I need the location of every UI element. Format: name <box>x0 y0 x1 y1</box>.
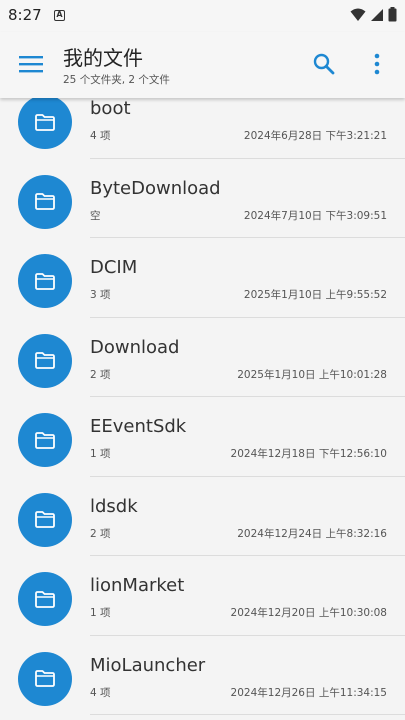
item-name: EEventSdk <box>90 416 187 437</box>
list-item[interactable]: Download 2 项 2025年1月10日 上午10:01:28 <box>0 305 405 397</box>
search-icon <box>313 53 335 75</box>
item-name: DCIM <box>90 257 138 278</box>
folder-icon <box>35 670 55 687</box>
item-date: 2024年12月18日 下午12:56:10 <box>230 448 387 460</box>
list-item[interactable]: ByteDownload 空 2024年7月10日 下午3:09:51 <box>0 146 405 238</box>
row-divider <box>90 714 405 715</box>
file-list[interactable]: boot 4 项 2024年6月28日 下午3:21:21 ByteDownlo… <box>0 98 405 720</box>
item-date: 2024年7月10日 下午3:09:51 <box>243 209 387 222</box>
folder-icon-circle <box>18 413 72 467</box>
search-button[interactable] <box>308 48 340 80</box>
folder-icon-circle <box>18 651 72 706</box>
item-date: 2024年6月28日 下午3:21:21 <box>243 130 387 142</box>
item-date: 2025年1月10日 上午9:55:52 <box>243 289 387 301</box>
folder-icon-circle <box>18 333 72 388</box>
item-count: 2 项 <box>90 368 111 381</box>
item-count: 2 项 <box>90 527 111 540</box>
item-name: ByteDownload <box>90 177 221 199</box>
item-name: Download <box>90 336 180 358</box>
menu-button[interactable] <box>14 50 50 80</box>
folder-icon-circle <box>18 174 72 229</box>
hamburger-icon <box>19 56 43 73</box>
item-name: lionMarket <box>90 575 185 596</box>
notification-icon: A <box>54 10 65 21</box>
battery-icon <box>388 7 397 22</box>
status-time: 8:27 <box>8 6 42 24</box>
item-date: 2025年1月10日 上午10:01:28 <box>237 368 387 381</box>
folder-icon-circle <box>18 492 72 547</box>
list-item[interactable]: lionMarket 1 项 2024年12月20日 上午10:30:08 <box>0 543 405 636</box>
item-count: 1 项 <box>90 448 111 460</box>
app-bar: 我的文件 25 个文件夹, 2 个文件 <box>0 32 405 98</box>
item-count: 空 <box>90 209 101 222</box>
item-count: 4 项 <box>90 686 111 699</box>
item-name: MioLauncher <box>90 654 206 676</box>
folder-icon-circle <box>18 254 72 308</box>
page-title: 我的文件 <box>63 46 143 70</box>
item-count: 1 项 <box>90 607 111 619</box>
signal-icon <box>371 8 383 21</box>
status-bar: 8:27 A <box>0 0 405 32</box>
page-subtitle: 25 个文件夹, 2 个文件 <box>63 74 170 86</box>
more-vert-icon <box>374 53 380 75</box>
list-item[interactable]: ldsdk 2 项 2024年12月24日 上午8:32:16 <box>0 464 405 556</box>
folder-icon <box>35 352 55 369</box>
folder-icon <box>35 431 55 449</box>
item-count: 3 项 <box>90 289 111 301</box>
item-date: 2024年12月20日 上午10:30:08 <box>230 607 387 619</box>
list-item[interactable]: EEventSdk 1 项 2024年12月18日 下午12:56:10 <box>0 384 405 477</box>
item-date: 2024年12月24日 上午8:32:16 <box>237 527 387 540</box>
item-name: boot <box>90 98 131 119</box>
list-item[interactable]: MioLauncher 4 项 2024年12月26日 上午11:34:15 <box>0 623 405 715</box>
more-options-button[interactable] <box>362 48 392 80</box>
item-date: 2024年12月26日 上午11:34:15 <box>230 686 387 699</box>
folder-icon <box>35 193 55 210</box>
folder-icon <box>35 113 55 131</box>
folder-icon <box>35 272 55 290</box>
item-name: ldsdk <box>90 495 138 517</box>
folder-icon-circle <box>18 572 72 626</box>
folder-icon <box>35 511 55 528</box>
status-icons <box>350 7 397 22</box>
wifi-icon <box>350 8 366 21</box>
folder-icon <box>35 590 55 608</box>
list-item[interactable]: boot 4 项 2024年6月28日 下午3:21:21 <box>0 98 405 159</box>
list-item[interactable]: DCIM 3 项 2025年1月10日 上午9:55:52 <box>0 225 405 318</box>
folder-icon-circle <box>18 98 72 149</box>
item-count: 4 项 <box>90 130 111 142</box>
